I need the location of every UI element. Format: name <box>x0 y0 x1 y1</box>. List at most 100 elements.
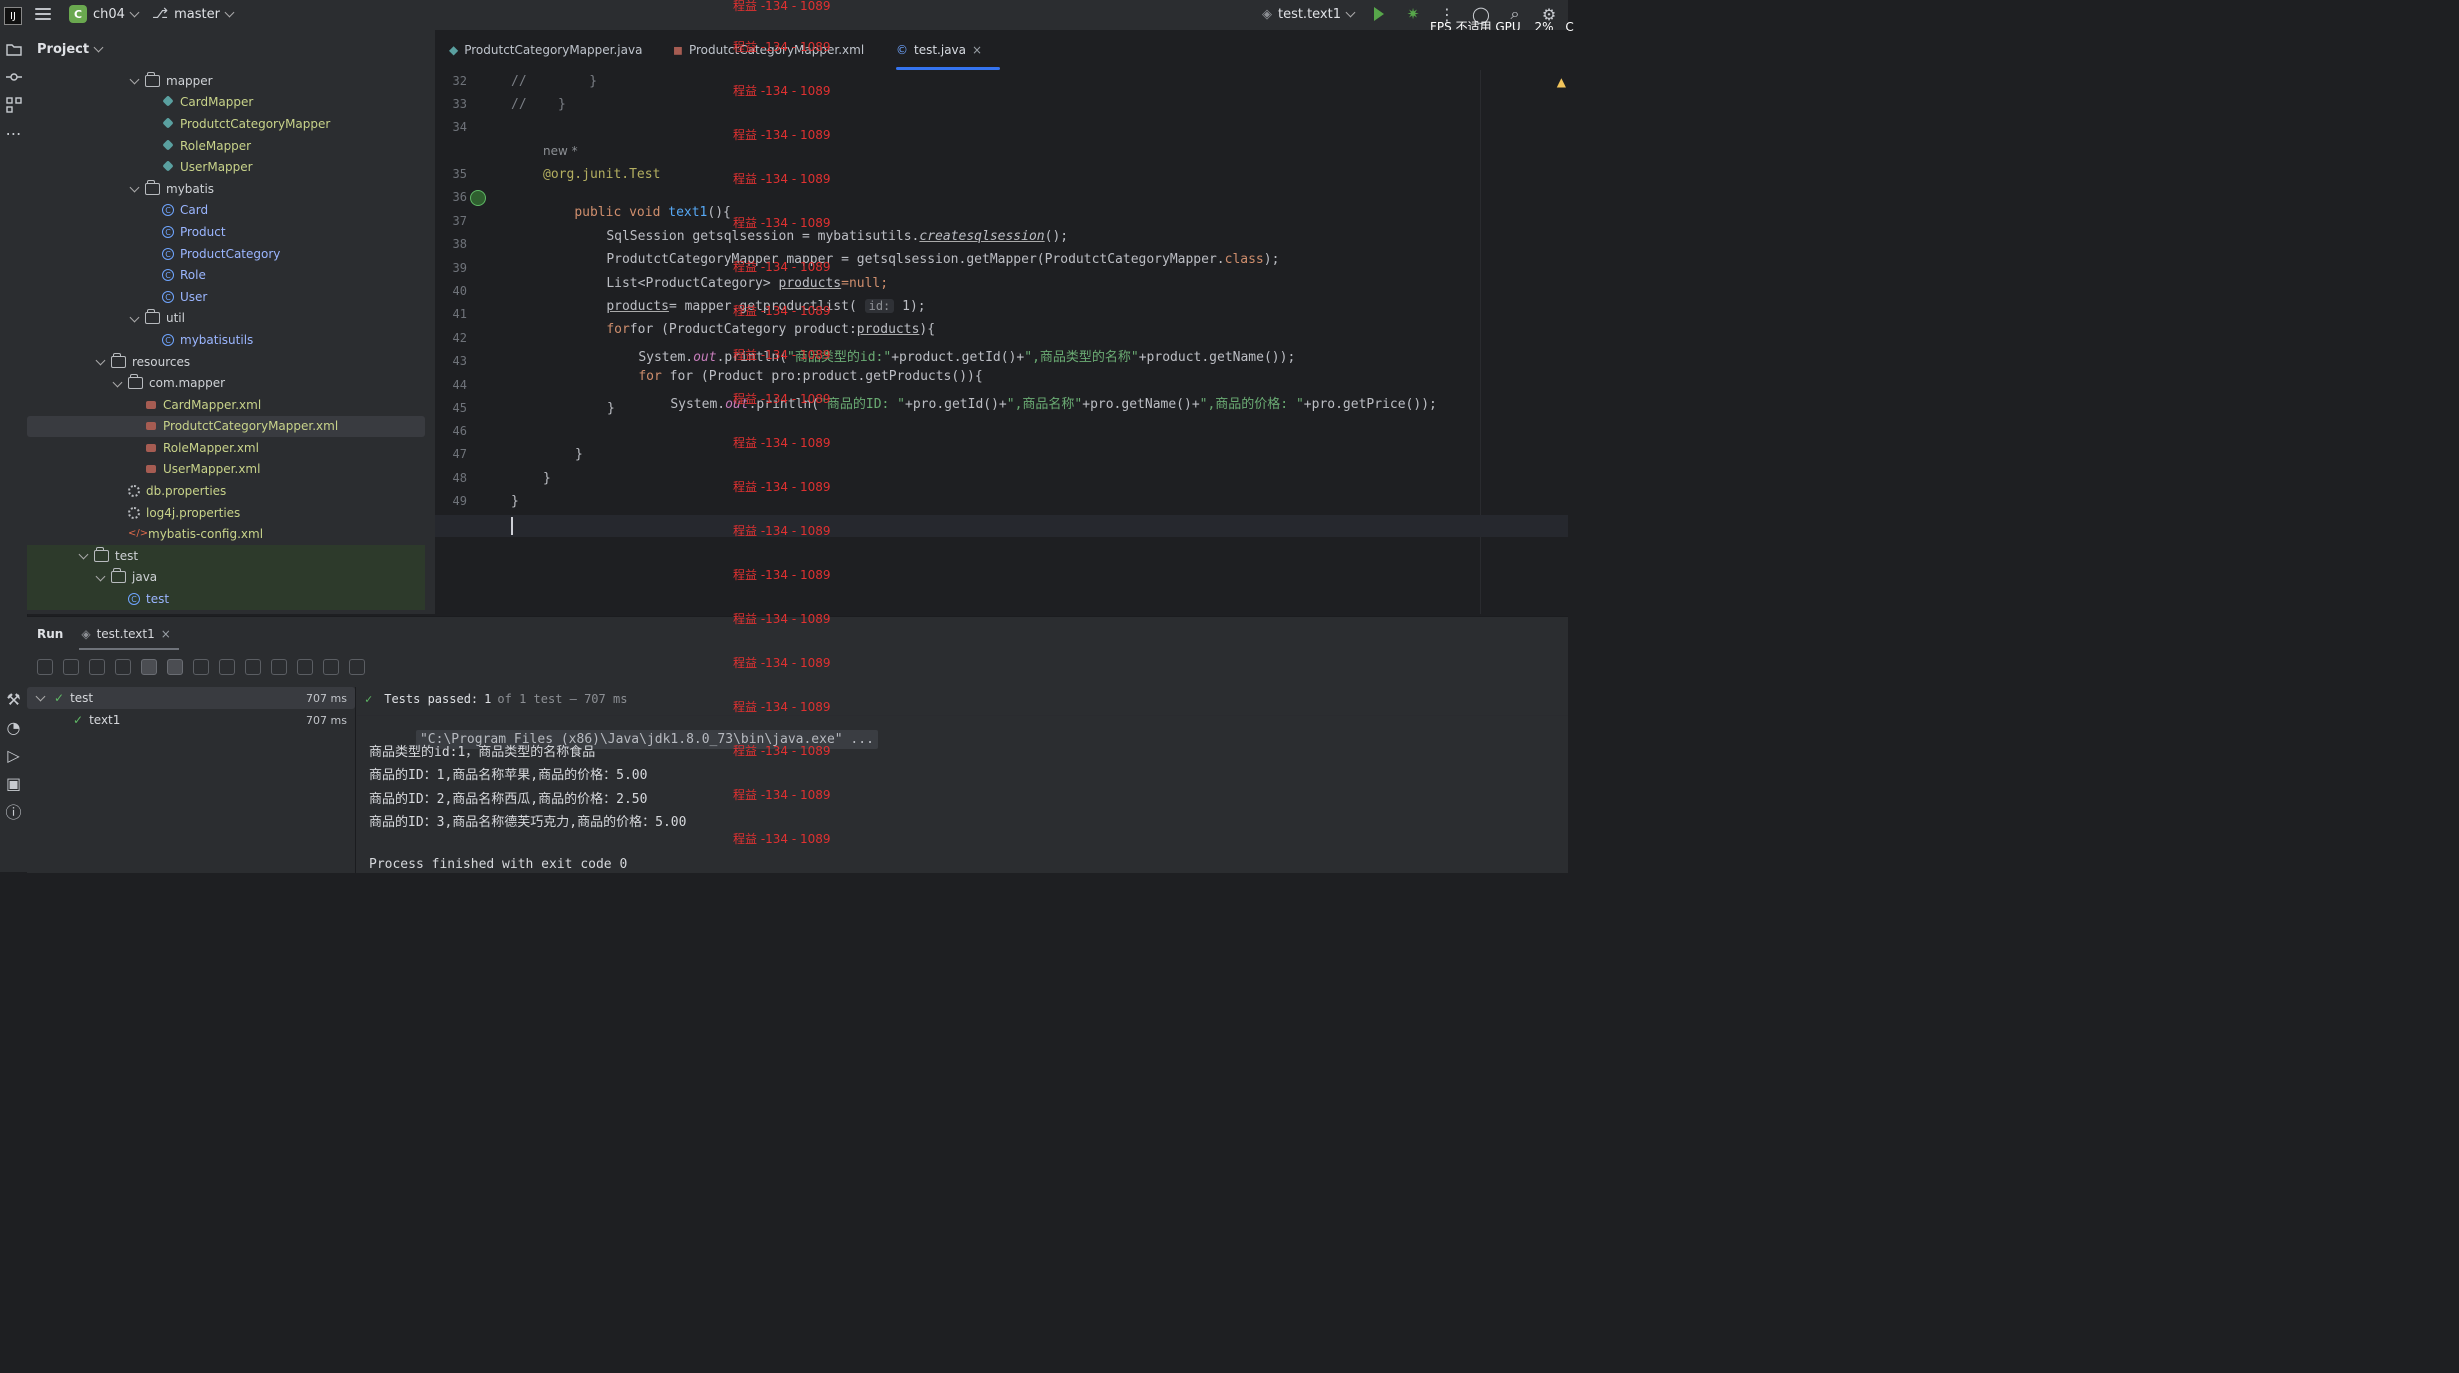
project-tree-item[interactable]: RoleMapper <box>27 135 425 157</box>
project-tree-item[interactable]: UserMapper.xml <box>27 459 425 481</box>
line-number: 36 <box>452 190 467 204</box>
code-editor[interactable]: 32333435363738394041424344454647484950 ▲… <box>435 70 1568 614</box>
project-tree-label: resources <box>132 354 191 369</box>
project-tree-label: ProdutctCategoryMapper <box>180 116 331 131</box>
chevron-down-icon <box>35 691 46 702</box>
show-ignored-toggle[interactable] <box>167 659 183 675</box>
left-activity-bar: ⋯ ⚒ ◔ ▷ ▣ ⓘ <box>0 30 28 872</box>
problems-tool-button[interactable]: ⓘ <box>5 802 23 822</box>
console-line-exit: Process finished with exit code 0 <box>369 857 628 872</box>
hamburger-icon <box>35 8 51 20</box>
expand-toggle[interactable] <box>95 355 105 367</box>
project-tree-label: mybatis-config.xml <box>148 527 264 542</box>
test-case-row[interactable]: ✓ text1 707 ms <box>27 709 355 731</box>
chevron-down-icon <box>129 7 140 18</box>
project-tree-label: test <box>115 548 139 563</box>
project-tree-item[interactable]: C Card <box>27 200 425 222</box>
project-tree-item[interactable]: com.mapper <box>27 372 425 394</box>
line-number: 48 <box>452 471 467 485</box>
expand-toggle[interactable] <box>112 377 122 388</box>
rerun-button[interactable] <box>37 659 53 675</box>
expand-toggle[interactable] <box>78 549 88 561</box>
project-tree-item[interactable]: mapper <box>27 70 425 92</box>
project-tree-item[interactable]: java <box>27 566 425 589</box>
project-tree-item[interactable]: C Product <box>27 221 425 243</box>
services-tool-button[interactable]: ◔ <box>5 718 23 737</box>
sort-duration-button[interactable] <box>219 659 235 675</box>
project-tree-item[interactable]: ProdutctCategoryMapper <box>27 113 425 135</box>
project-tree-item[interactable]: CardMapper.xml <box>27 394 425 416</box>
project-tree-item[interactable]: </> mybatis-config.xml <box>27 523 425 545</box>
run-gutter-icon[interactable] <box>470 190 486 206</box>
project-tree-item[interactable]: util <box>27 308 425 330</box>
coverage-button[interactable] <box>323 659 339 675</box>
stop-button[interactable] <box>115 659 131 675</box>
expand-toggle[interactable] <box>95 571 105 582</box>
tab-produtctcategorymapper-java[interactable]: ◆ ProdutctCategoryMapper.java <box>449 30 642 70</box>
sort-alpha-button[interactable] <box>193 659 209 675</box>
tab-test-java[interactable]: © test.java × <box>896 30 1001 70</box>
close-tab-button[interactable]: × <box>161 627 171 641</box>
properties-icon <box>128 506 140 519</box>
vcs-branch-switcher[interactable]: ⎇ master <box>152 6 235 22</box>
project-tree-item[interactable]: RoleMapper.xml <box>27 437 425 459</box>
watermark-text: 程益 -134 - 1089 <box>733 84 831 98</box>
run-console[interactable]: ✓ Tests passed: 1 of 1 test – 707 ms "C:… <box>357 687 1568 873</box>
terminal-tool-button[interactable]: ▣ <box>5 774 23 793</box>
export-button[interactable] <box>297 659 313 675</box>
history-button[interactable] <box>245 659 261 675</box>
toggle-auto-test-button[interactable] <box>89 659 105 675</box>
run-button[interactable] <box>1370 5 1388 23</box>
project-tree-item[interactable]: resources <box>27 351 425 373</box>
commit-tool-button[interactable] <box>5 68 23 86</box>
main-menu-button[interactable] <box>35 8 51 20</box>
run-tool-button[interactable]: ▷ <box>5 746 23 765</box>
debug-button[interactable]: ✷ <box>1404 5 1422 23</box>
warning-icon[interactable]: ▲ <box>1557 75 1566 89</box>
test-suite-row[interactable]: ✓ test 707 ms <box>27 687 355 709</box>
project-tree-label: mapper <box>166 73 213 88</box>
structure-tool-button[interactable] <box>5 96 23 114</box>
build-tool-button[interactable]: ⚒ <box>5 690 23 709</box>
line-number: 38 <box>452 237 467 251</box>
line-number: 42 <box>452 331 467 345</box>
xml-file-icon <box>145 463 157 475</box>
project-tree-item[interactable]: CardMapper <box>27 92 425 114</box>
show-passed-toggle[interactable] <box>141 659 157 675</box>
project-tool-button[interactable] <box>5 40 23 58</box>
expand-toggle[interactable] <box>129 182 139 194</box>
project-tree-item[interactable]: ProdutctCategoryMapper.xml <box>27 415 425 438</box>
project-tree-item[interactable]: test <box>27 545 425 567</box>
project-header[interactable]: Project <box>27 30 435 68</box>
project-tree-item[interactable]: C ProductCategory <box>27 243 425 265</box>
text-caret <box>511 517 513 535</box>
project-tree-item[interactable]: Cmybatisutils <box>27 329 425 351</box>
expand-toggle[interactable] <box>129 312 139 323</box>
project-tree-item[interactable]: UserMapper <box>27 156 425 178</box>
project-tree-item[interactable]: C Role <box>27 264 425 286</box>
screenshot-button[interactable] <box>271 659 287 675</box>
more-run-options-button[interactable] <box>349 659 365 675</box>
expand-toggle[interactable] <box>129 74 139 86</box>
run-tab-test-text1[interactable]: ◈ test.text1 × <box>79 627 180 650</box>
run-config-selector[interactable]: ◈ test.text1 <box>1262 7 1356 22</box>
project-title: Project <box>37 41 90 57</box>
project-tree-item[interactable]: mybatis <box>27 178 425 200</box>
line-number: 37 <box>452 214 467 228</box>
project-tree-item[interactable]: log4j.properties <box>27 502 425 524</box>
project-tree-item[interactable]: Ctest <box>27 588 425 610</box>
more-tools-button[interactable]: ⋯ <box>5 124 23 143</box>
line-number: 35 <box>452 167 467 181</box>
project-tree-label: java <box>132 570 158 585</box>
close-tab-button[interactable]: × <box>972 43 982 57</box>
project-switcher[interactable]: C ch04 <box>69 5 140 23</box>
project-tree-item[interactable]: C User <box>27 286 425 308</box>
project-tree-item[interactable]: db.properties <box>27 480 425 502</box>
rerun-failed-button[interactable] <box>63 659 79 675</box>
intellij-logo-icon: IJ <box>4 7 22 25</box>
chevron-down-icon <box>112 377 122 388</box>
app-menu[interactable]: IJ <box>4 7 22 25</box>
chevron-down-icon <box>78 549 88 560</box>
